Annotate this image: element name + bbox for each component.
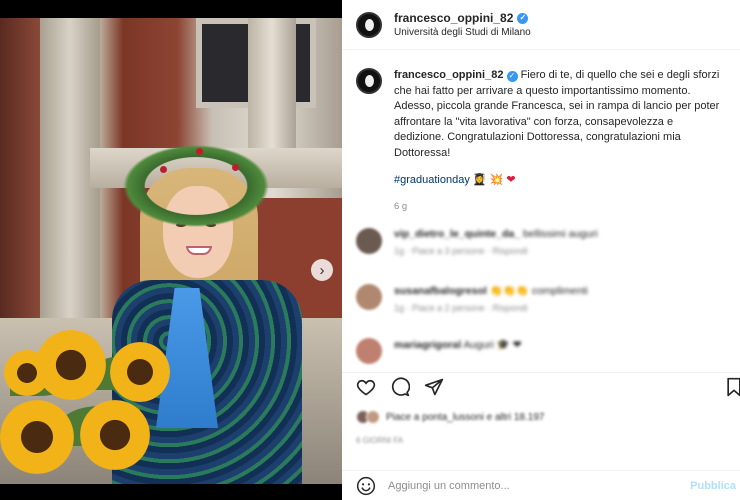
post-date: 6 GIORNI FA <box>356 436 404 445</box>
comment: vip_dietro_le_quinte_da_ bellissimi augu… <box>342 228 612 256</box>
comment: mariagrigoral Auguri 🎓 ❤ <box>342 338 536 364</box>
hashtag-link[interactable]: #graduationday <box>394 174 470 186</box>
caption-emojis: 👩‍🎓 💥 <box>472 174 504 186</box>
comment-text: bellissimi auguri <box>522 228 598 240</box>
comment-text: Auguri 🎓 ❤ <box>463 339 522 351</box>
likes-text[interactable]: Piace a ponta_lussoni e altri 18.197 <box>386 412 544 423</box>
caption-text: Fiero di te, di quello che sei e degli s… <box>394 69 720 159</box>
likes-summary[interactable]: Piace a ponta_lussoni e altri 18.197 <box>356 410 544 424</box>
comment-bar: Pubblica <box>342 470 740 500</box>
berry <box>232 164 239 171</box>
publish-button[interactable]: Pubblica <box>690 480 736 492</box>
post-photo[interactable]: › <box>0 18 342 484</box>
smiley-icon[interactable] <box>356 476 376 496</box>
laurel-wreath <box>118 142 274 230</box>
liker-avatar <box>366 410 380 424</box>
action-bar <box>342 372 740 402</box>
heart-icon[interactable] <box>356 377 376 397</box>
comment-input[interactable] <box>388 479 678 492</box>
comment-username[interactable]: susanafbalogresol <box>394 285 487 297</box>
comment-avatar[interactable] <box>356 228 382 254</box>
location-link[interactable]: Università degli Studi di Milano <box>394 27 531 38</box>
username-text[interactable]: francesco_oppini_82 <box>394 11 513 25</box>
sunflower-bouquet <box>0 330 170 484</box>
carousel-next-button[interactable]: › <box>311 259 333 281</box>
comment-username[interactable]: vip_dietro_le_quinte_da_ <box>394 228 520 240</box>
comment-meta[interactable]: 1g · Piace a 2 persone · Rispondi <box>394 303 588 313</box>
post-header: francesco_oppini_82 ✓ Università degli S… <box>342 0 740 50</box>
caption: francesco_oppini_82 ✓ Fiero di te, di qu… <box>342 50 740 214</box>
post-panel: francesco_oppini_82 ✓ Università degli S… <box>342 0 740 500</box>
comment-avatar[interactable] <box>356 284 382 310</box>
paper-plane-icon[interactable] <box>424 377 444 397</box>
comment-icon[interactable] <box>390 377 410 397</box>
comment-username[interactable]: mariagrigoral <box>394 339 461 351</box>
post-username[interactable]: francesco_oppini_82 ✓ <box>394 11 531 25</box>
comment-meta[interactable]: 1g · Piace a 3 persone · Rispondi <box>394 246 598 256</box>
verified-badge-icon: ✓ <box>517 12 529 24</box>
caption-tags: #graduationday 👩‍🎓 💥 ❤ <box>394 173 720 189</box>
post-age: 6 g <box>394 200 408 212</box>
avatar[interactable] <box>356 68 382 94</box>
comment-avatar[interactable] <box>356 338 382 364</box>
bookmark-icon[interactable] <box>724 377 740 397</box>
berry <box>196 148 203 155</box>
chevron-right-icon: › <box>319 261 325 279</box>
caption-username[interactable]: francesco_oppini_82 <box>394 69 503 81</box>
avatar[interactable] <box>356 11 382 38</box>
heart-emoji: ❤ <box>506 174 516 186</box>
berry <box>160 166 167 173</box>
comment-text: 👏👏👏 complimenti <box>489 285 588 297</box>
comment: susanafbalogresol 👏👏👏 complimenti 1g · P… <box>342 284 602 313</box>
verified-badge-icon: ✓ <box>506 70 518 82</box>
